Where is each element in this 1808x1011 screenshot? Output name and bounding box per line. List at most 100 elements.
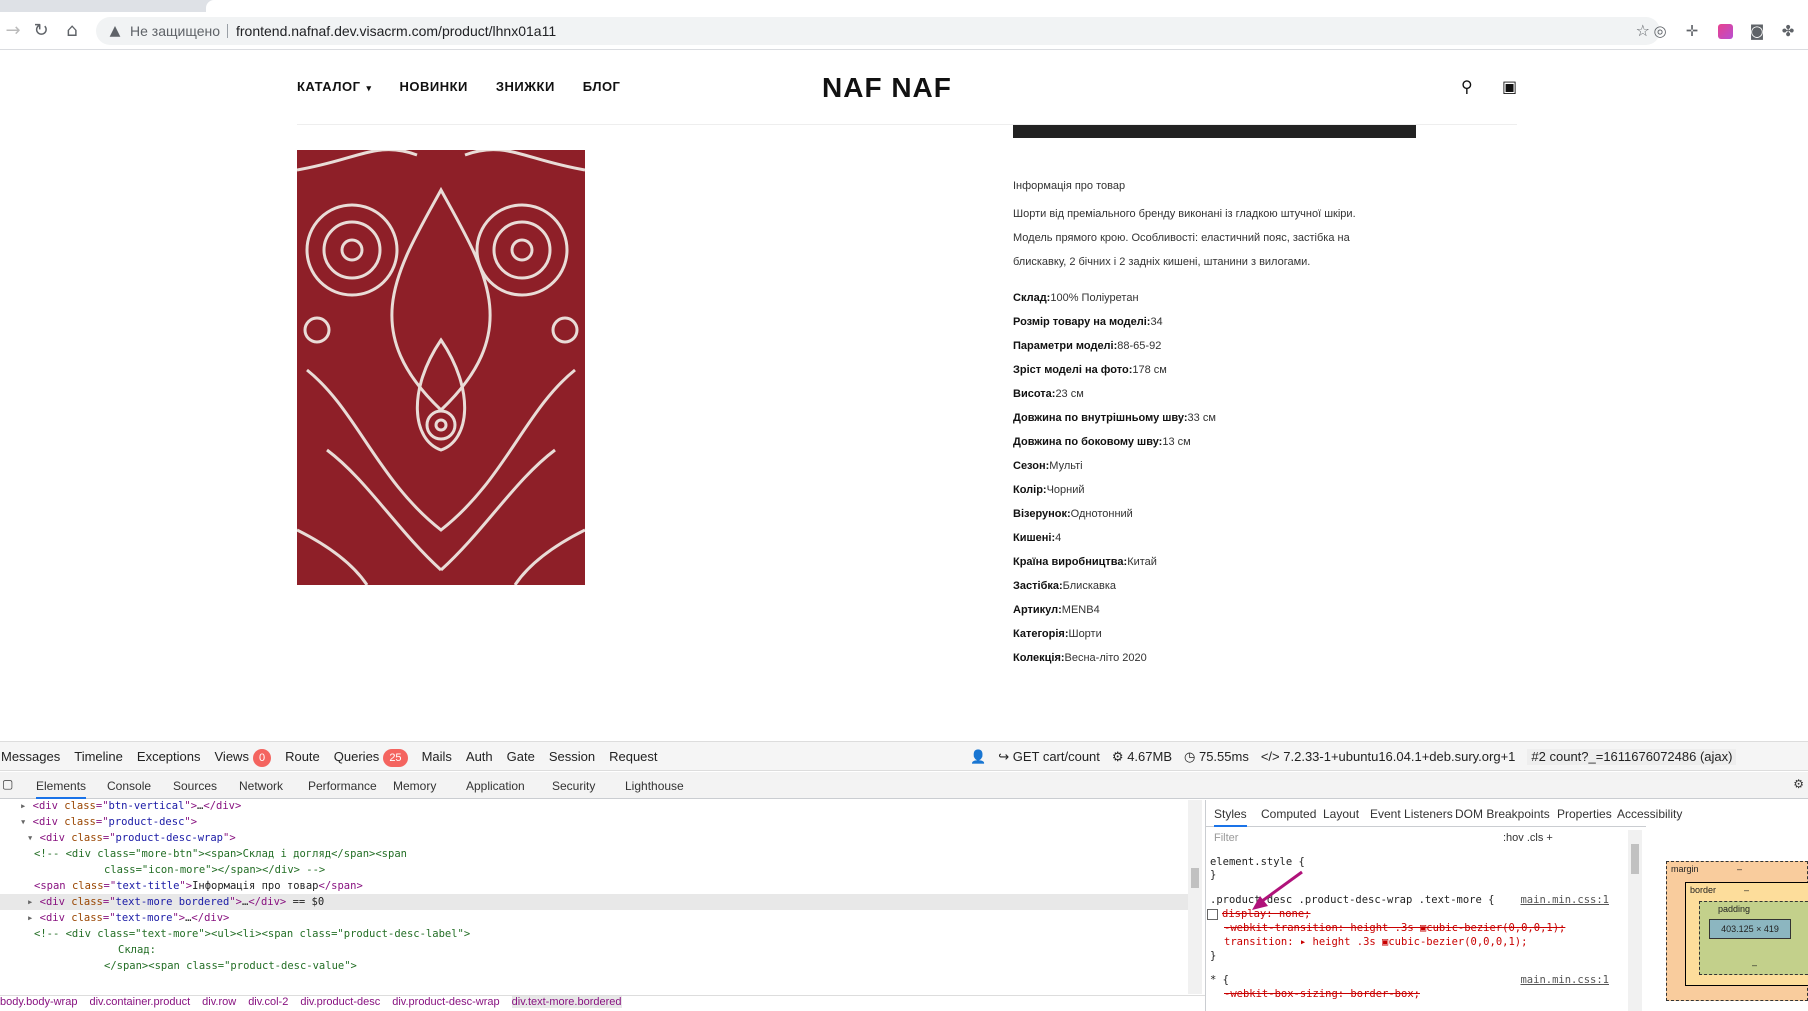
debug-tab-timeline[interactable]: Timeline bbox=[74, 749, 123, 767]
dom-node-line[interactable]: Склад: bbox=[0, 942, 1188, 958]
devtools-tab-lighthouse[interactable]: Lighthouse bbox=[625, 779, 684, 793]
nav-sale[interactable]: ЗНИЖКИ bbox=[496, 79, 555, 99]
extensions-puzzle-icon[interactable]: ✤ bbox=[1778, 21, 1798, 41]
rule-source-link[interactable]: main.min.css:1 bbox=[1520, 894, 1609, 906]
devtools-tab-network[interactable]: Network bbox=[239, 779, 283, 793]
address-bar[interactable]: ▲ Не защищено frontend.nafnaf.dev.visacr… bbox=[96, 17, 1660, 45]
dom-node-line[interactable]: ▸ <div class="text-more">…</div> bbox=[0, 910, 1188, 926]
add-to-cart-bar[interactable] bbox=[1013, 125, 1416, 138]
product-props: Склад:100% Поліуретан Розмір товару на мо… bbox=[1013, 286, 1433, 670]
nav-catalog[interactable]: КАТАЛОГ ▾ bbox=[297, 79, 371, 99]
inactive-tab[interactable] bbox=[0, 0, 200, 12]
star-selector[interactable]: * { bbox=[1210, 974, 1229, 986]
dom-node-line[interactable]: ▾ <div class="product-desc-wrap"> bbox=[0, 830, 1188, 846]
code-icon: </> bbox=[1260, 749, 1280, 764]
breadcrumb-item[interactable]: body.body-wrap bbox=[0, 996, 77, 1008]
box-model-border[interactable]: border – padding 403.125 × 419 – bbox=[1685, 882, 1808, 986]
styles-filter-input[interactable]: Filter bbox=[1214, 832, 1494, 844]
dom-node-line[interactable]: class="icon-more"></span></div> --> bbox=[0, 862, 1188, 878]
dom-node-line[interactable]: ▸ <div class="text-more bordered">…</div… bbox=[0, 894, 1188, 910]
dom-node-line[interactable]: <span class="text-title">Інформація про … bbox=[0, 878, 1188, 894]
expand-triangle-icon[interactable]: ▾ bbox=[27, 832, 40, 844]
devtools-tab-application[interactable]: Application bbox=[466, 779, 525, 793]
forward-icon[interactable]: → bbox=[2, 20, 24, 42]
debug-tab-queries[interactable]: Queries 25 bbox=[334, 749, 408, 767]
extension-circle-icon[interactable]: ◎ bbox=[1650, 21, 1670, 41]
reload-icon[interactable]: ↻ bbox=[30, 20, 52, 42]
styles-tab-accessibility[interactable]: Accessibility bbox=[1617, 807, 1682, 821]
styles-tab-event-listeners[interactable]: Event Listeners bbox=[1370, 807, 1453, 821]
dom-node-line[interactable]: <!-- <div class="more-btn"><span>Склад і… bbox=[0, 846, 1188, 862]
debug-tab-route[interactable]: Route bbox=[285, 749, 320, 767]
url-text[interactable]: frontend.nafnaf.dev.visacrm.com/product/… bbox=[236, 23, 556, 39]
site-logo[interactable]: NAF NAF bbox=[822, 72, 952, 104]
decl-text[interactable]: -webkit-transition: height .3s ▣cubic-be… bbox=[1224, 922, 1565, 934]
expand-triangle-icon[interactable]: ▸ bbox=[27, 912, 40, 924]
styles-tab-styles[interactable]: Styles bbox=[1214, 807, 1247, 827]
debug-tab-auth[interactable]: Auth bbox=[466, 749, 493, 767]
active-tab[interactable] bbox=[206, 0, 1808, 12]
devtools-tab-security[interactable]: Security bbox=[552, 779, 595, 793]
extension-camera-icon[interactable]: ◙ bbox=[1747, 21, 1767, 41]
extension-crosshair-icon[interactable]: ✛ bbox=[1682, 21, 1702, 41]
bookmark-star-icon[interactable]: ☆ bbox=[1636, 21, 1650, 40]
cart-icon[interactable]: ▣ bbox=[1502, 77, 1517, 96]
decl-checkbox[interactable] bbox=[1207, 908, 1218, 920]
security-label[interactable]: Не защищено bbox=[130, 23, 220, 39]
debug-tab-label: Messages bbox=[1, 749, 61, 764]
decl-text[interactable]: -webkit-box-sizing: border-box; bbox=[1224, 988, 1420, 1000]
devtools-tab-console[interactable]: Console bbox=[107, 779, 151, 793]
styles-filter-controls[interactable]: :hov .cls + bbox=[1503, 832, 1553, 844]
dom-node-line[interactable]: ▾ <div class="product-desc"> bbox=[0, 814, 1188, 830]
debug-tab-session[interactable]: Session bbox=[549, 749, 595, 767]
product-prop-row: Артикул:MENB4 bbox=[1013, 598, 1433, 622]
inspect-icon[interactable]: ▢ bbox=[2, 777, 13, 791]
box-model-padding[interactable]: padding 403.125 × 419 – bbox=[1699, 901, 1808, 975]
debug-tab-views[interactable]: Views 0 bbox=[215, 749, 272, 767]
box-model-margin[interactable]: margin – border – padding 403.125 × 419 … bbox=[1666, 861, 1808, 1001]
scroll-thumb[interactable] bbox=[1631, 844, 1639, 874]
extension-color-icon[interactable] bbox=[1718, 24, 1733, 39]
breadcrumb-item[interactable]: div.text-more.bordered bbox=[511, 996, 622, 1008]
devtools-tab-memory[interactable]: Memory bbox=[393, 779, 436, 793]
user-icon[interactable]: 👤 bbox=[970, 749, 986, 765]
debug-tab-messages[interactable]: Messages bbox=[1, 749, 60, 767]
devtools-tab-performance[interactable]: Performance bbox=[308, 779, 377, 793]
nav-blog[interactable]: БЛОГ bbox=[583, 79, 621, 99]
home-icon[interactable]: ⌂ bbox=[61, 20, 83, 42]
debug-tab-exceptions[interactable]: Exceptions bbox=[137, 749, 201, 767]
dom-node-line[interactable]: ▸ <div class="btn-vertical">…</div> bbox=[0, 798, 1188, 814]
decl-text[interactable]: transition: ▸ height .3s ▣cubic-bezier(0… bbox=[1224, 936, 1527, 948]
rule-source-link[interactable]: main.min.css:1 bbox=[1520, 974, 1609, 986]
annotation-arrow-icon bbox=[1252, 870, 1303, 910]
breadcrumb-item[interactable]: div.row bbox=[202, 996, 236, 1008]
expand-triangle-icon[interactable]: ▾ bbox=[20, 816, 33, 828]
box-model-content[interactable]: 403.125 × 419 bbox=[1709, 919, 1791, 939]
debug-tab-request[interactable]: Request bbox=[609, 749, 657, 767]
styles-tab-properties[interactable]: Properties bbox=[1557, 807, 1612, 821]
omnibox-divider bbox=[227, 24, 228, 38]
breadcrumb-item[interactable]: div.product-desc-wrap bbox=[392, 996, 499, 1008]
dom-scrollbar[interactable] bbox=[1188, 800, 1202, 994]
expand-triangle-icon[interactable]: ▸ bbox=[20, 800, 33, 812]
expand-triangle-icon[interactable]: ▸ bbox=[27, 896, 40, 908]
dom-node-line[interactable]: <!-- <div class="text-more"><ul><li><spa… bbox=[0, 926, 1188, 942]
debug-tab-gate[interactable]: Gate bbox=[507, 749, 535, 767]
nav-new[interactable]: НОВИНКИ bbox=[399, 79, 467, 99]
debug-tab-mails[interactable]: Mails bbox=[422, 749, 452, 767]
devtools-tab-elements[interactable]: Elements bbox=[36, 779, 87, 799]
search-icon[interactable]: ⚲ bbox=[1461, 77, 1473, 96]
dom-node-line[interactable]: </span><span class="product-desc-value"> bbox=[0, 958, 1188, 974]
breadcrumb-item[interactable]: div.container.product bbox=[89, 996, 190, 1008]
styles-tab-dom-breakpoints[interactable]: DOM Breakpoints bbox=[1455, 807, 1550, 821]
settings-gear-icon[interactable]: ⚙ bbox=[1793, 777, 1804, 791]
ajax-select[interactable]: #2 count?_=1611676072486 (ajax) bbox=[1527, 749, 1737, 765]
breadcrumb-item[interactable]: div.col-2 bbox=[248, 996, 288, 1008]
devtools-tab-sources[interactable]: Sources bbox=[173, 779, 217, 793]
scroll-thumb[interactable] bbox=[1191, 868, 1199, 888]
styles-tab-layout[interactable]: Layout bbox=[1323, 807, 1359, 821]
breadcrumb-item[interactable]: div.product-desc bbox=[300, 996, 380, 1008]
request-item[interactable]: ↪ GET cart/count bbox=[998, 749, 1100, 765]
styles-scrollbar[interactable] bbox=[1628, 830, 1642, 1011]
styles-tab-computed[interactable]: Computed bbox=[1261, 807, 1316, 821]
